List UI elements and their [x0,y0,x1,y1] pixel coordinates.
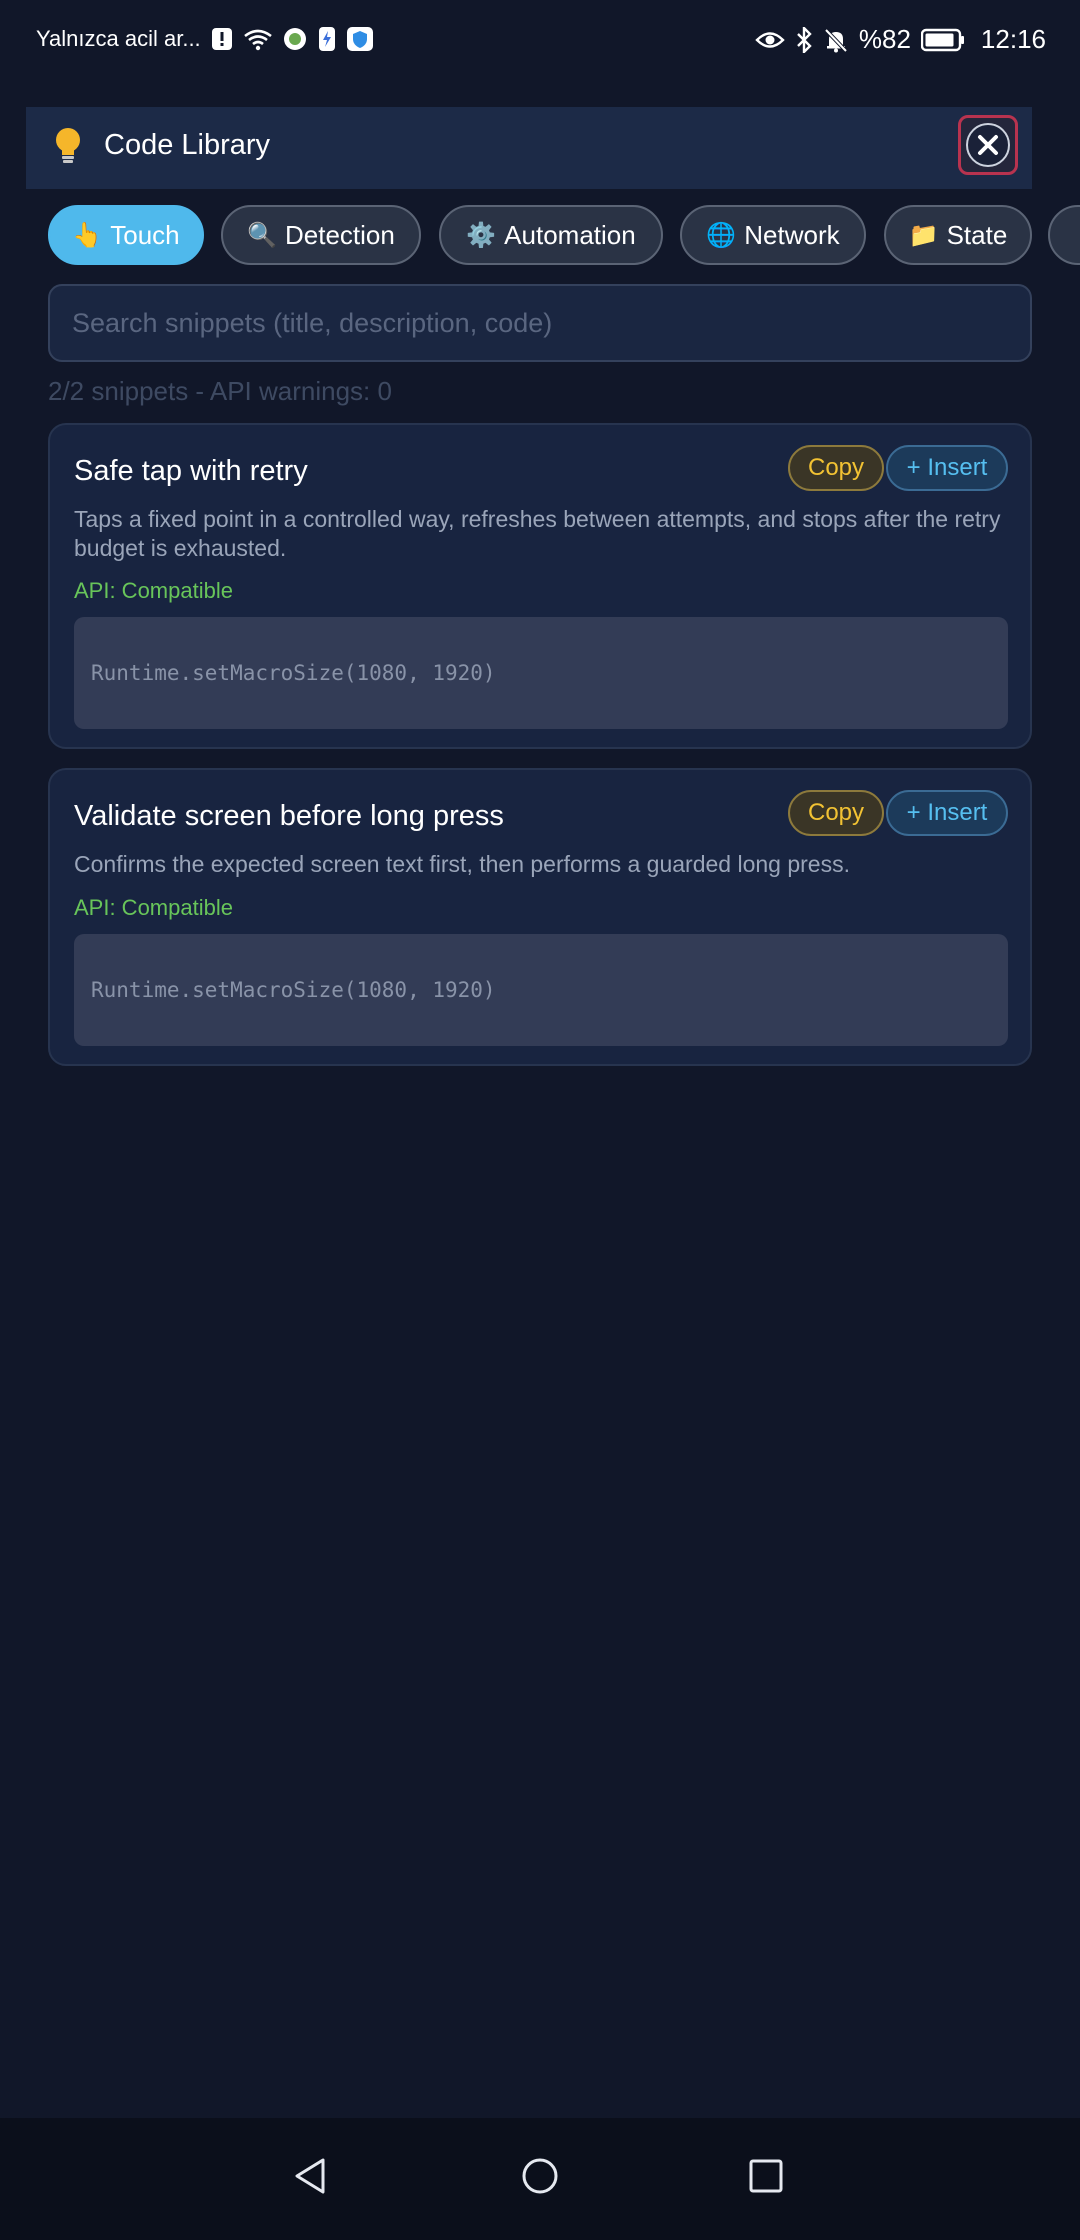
search-input[interactable] [70,306,1010,340]
code-text: Runtime.setMacroSize(1080, 1920) [91,978,496,1002]
battery-saver-icon [317,26,337,52]
tab-automation[interactable]: ⚙️ Automation [439,205,663,265]
tab-network[interactable]: 🌐 Network [680,205,866,265]
lightbulb-icon [54,127,82,170]
folder-icon: 📁 [908,221,939,249]
status-bar: Yalnızca acil ar... %82 12:16 [0,0,1080,82]
alert-icon [211,27,233,51]
home-circle-icon [520,2156,560,2201]
tab-label: Touch [110,219,180,250]
close-button[interactable] [958,115,1018,175]
code-preview: Runtime.setMacroSize(1080, 1920) [74,617,1008,729]
category-tabs: 👆 Touch 🔍 Detection ⚙️ Automation 🌐 Netw… [48,205,1080,267]
gear-icon: ⚙️ [466,221,497,249]
globe-icon: 🌐 [706,221,737,249]
close-icon [966,123,1010,167]
snippet-card: Safe tap with retry Copy + Insert Taps a… [48,423,1032,749]
eye-icon [755,29,785,51]
magnifier-icon: 🔍 [247,221,278,249]
recents-square-icon [746,2156,786,2201]
tab-state[interactable]: 📁 State [884,205,1032,265]
tab-label: Automation [504,219,636,250]
recents-button[interactable] [738,2150,794,2206]
status-right: %82 12:16 [755,24,1046,55]
battery-percent: %82 [858,24,911,54]
insert-button[interactable]: + Insert [886,445,1008,491]
wifi-icon [243,27,273,51]
carrier-text: Yalnızca acil ar... [36,26,201,51]
tab-detection[interactable]: 🔍 Detection [221,205,421,265]
tab-label: Detection [285,219,395,250]
pointing-hand-icon: 👆 [72,221,103,249]
search-box [48,284,1032,362]
mute-bell-icon [823,27,849,53]
page-title: Code Library [104,129,271,161]
tab-overflow[interactable] [1048,205,1080,265]
snippet-title: Validate screen before long press [74,800,504,832]
app-notification-icon [283,27,307,51]
api-status: API: Compatible [74,578,233,603]
battery-icon [920,28,965,52]
code-text: Runtime.setMacroSize(1080, 1920) [91,661,496,685]
home-button[interactable] [512,2150,568,2206]
snippet-card: Validate screen before long press Copy +… [48,768,1032,1066]
insert-button[interactable]: + Insert [886,790,1008,836]
snippet-title: Safe tap with retry [74,455,308,487]
clock: 12:16 [980,24,1046,54]
snippet-summary: 2/2 snippets - API warnings: 0 [48,376,392,406]
copy-button[interactable]: Copy [788,445,884,491]
copy-button[interactable]: Copy [788,790,884,836]
status-left: Yalnızca acil ar... [36,26,373,52]
code-preview: Runtime.setMacroSize(1080, 1920) [74,934,1008,1046]
snippet-description: Confirms the expected screen text first,… [74,851,850,877]
shield-icon [346,27,373,51]
tab-touch[interactable]: 👆 Touch [48,205,204,265]
back-triangle-icon [291,2156,331,2201]
library-header: Code Library [26,107,1032,189]
api-status: API: Compatible [74,895,233,920]
system-nav-bar [0,2118,1080,2240]
bluetooth-icon [795,26,813,53]
snippet-description: Taps a fixed point in a controlled way, … [74,506,1001,561]
tab-label: State [946,219,1008,250]
tab-label: Network [744,219,840,250]
back-button[interactable] [283,2150,339,2206]
